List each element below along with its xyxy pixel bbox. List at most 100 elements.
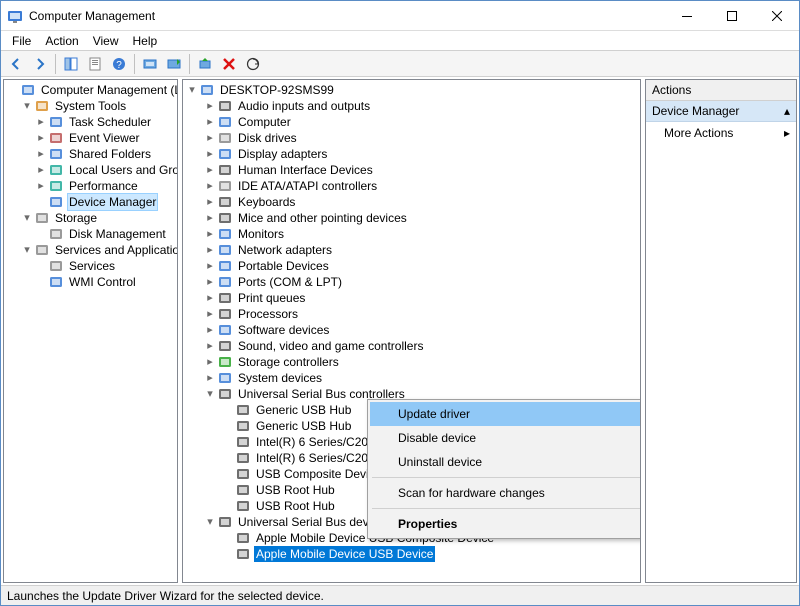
expand-icon[interactable]: ▸ — [203, 243, 217, 257]
device-category[interactable]: ▸Sound, video and game controllers — [183, 338, 640, 354]
console-tree-item[interactable]: ▸Local Users and Groups — [4, 162, 177, 178]
device-category-label: Audio inputs and outputs — [236, 98, 372, 114]
expand-icon[interactable] — [34, 195, 48, 209]
expand-icon[interactable]: ▸ — [203, 179, 217, 193]
device-category[interactable]: ▸Disk drives — [183, 130, 640, 146]
expand-icon[interactable]: ▸ — [203, 307, 217, 321]
expand-icon[interactable]: ▾ — [20, 99, 34, 113]
expand-icon[interactable]: ▸ — [203, 115, 217, 129]
device-root[interactable]: ▾DESKTOP-92SMS99 — [183, 82, 640, 98]
expand-icon[interactable]: ▸ — [203, 339, 217, 353]
device-category[interactable]: ▸Storage controllers — [183, 354, 640, 370]
context-menu-item[interactable]: Uninstall device — [370, 450, 641, 474]
context-menu-item[interactable]: Properties — [370, 512, 641, 536]
menu-action[interactable]: Action — [38, 32, 85, 50]
expand-icon[interactable]: ▾ — [203, 515, 217, 529]
expand-icon[interactable] — [6, 83, 20, 97]
expand-icon[interactable]: ▸ — [203, 211, 217, 225]
expand-icon[interactable]: ▸ — [203, 99, 217, 113]
device-category[interactable]: ▸Print queues — [183, 290, 640, 306]
display-icon — [217, 146, 233, 162]
expand-icon[interactable] — [34, 259, 48, 273]
expand-icon[interactable]: ▸ — [34, 179, 48, 193]
console-tree-item[interactable]: ▸Performance — [4, 178, 177, 194]
expand-icon[interactable]: ▸ — [203, 147, 217, 161]
device-item-label: Generic USB Hub — [254, 402, 353, 418]
expand-icon[interactable]: ▸ — [203, 195, 217, 209]
console-tree-item[interactable]: WMI Control — [4, 274, 177, 290]
scan-hardware-button[interactable] — [139, 53, 161, 75]
expand-icon[interactable]: ▸ — [34, 115, 48, 129]
expand-icon[interactable]: ▸ — [203, 131, 217, 145]
device-category[interactable]: ▸Computer — [183, 114, 640, 130]
expand-icon[interactable]: ▸ — [34, 131, 48, 145]
app-icon — [7, 8, 23, 24]
console-tree-item[interactable]: ▾System Tools — [4, 98, 177, 114]
device-category[interactable]: ▸Software devices — [183, 322, 640, 338]
forward-button[interactable] — [29, 53, 51, 75]
context-menu-item[interactable]: Scan for hardware changes — [370, 481, 641, 505]
properties-button[interactable] — [84, 53, 106, 75]
minimize-button[interactable] — [664, 1, 709, 30]
show-hide-tree-button[interactable] — [60, 53, 82, 75]
maximize-button[interactable] — [709, 1, 754, 30]
close-button[interactable] — [754, 1, 799, 30]
device-category[interactable]: ▸IDE ATA/ATAPI controllers — [183, 178, 640, 194]
expand-icon[interactable]: ▸ — [203, 323, 217, 337]
enable-device-button[interactable] — [194, 53, 216, 75]
console-tree-item[interactable]: Disk Management — [4, 226, 177, 242]
hid-icon — [217, 162, 233, 178]
expand-icon[interactable]: ▸ — [203, 227, 217, 241]
back-button[interactable] — [5, 53, 27, 75]
expand-icon[interactable] — [34, 275, 48, 289]
device-item[interactable]: Apple Mobile Device USB Device — [183, 546, 640, 562]
context-menu-item[interactable]: Disable device — [370, 426, 641, 450]
console-tree-item[interactable]: ▾ Services and Applications — [4, 242, 177, 258]
device-category[interactable]: ▸Keyboards — [183, 194, 640, 210]
expand-icon[interactable]: ▾ — [20, 211, 34, 225]
share-icon — [48, 146, 64, 162]
console-tree-item[interactable]: ▸Task Scheduler — [4, 114, 177, 130]
console-tree-item[interactable]: Services — [4, 258, 177, 274]
console-tree-item[interactable]: Device Manager — [4, 194, 177, 210]
more-actions-item[interactable]: More Actions ▸ — [646, 122, 796, 144]
actions-section[interactable]: Device Manager ▴ — [646, 101, 796, 122]
expand-icon[interactable]: ▸ — [203, 163, 217, 177]
uninstall-device-button[interactable] — [218, 53, 240, 75]
device-category[interactable]: ▸Display adapters — [183, 146, 640, 162]
console-tree-item[interactable]: ▸Event Viewer — [4, 130, 177, 146]
device-category[interactable]: ▸Portable Devices — [183, 258, 640, 274]
device-category[interactable]: ▸Ports (COM & LPT) — [183, 274, 640, 290]
console-tree-item[interactable]: ▸Shared Folders — [4, 146, 177, 162]
menu-help[interactable]: Help — [126, 32, 165, 50]
device-tree-pane[interactable]: ▾DESKTOP-92SMS99▸Audio inputs and output… — [182, 79, 641, 583]
help-button[interactable]: ? — [108, 53, 130, 75]
expand-icon[interactable]: ▾ — [185, 83, 199, 97]
scan-changes-button[interactable] — [242, 53, 264, 75]
menu-file[interactable]: File — [5, 32, 38, 50]
device-category[interactable]: ▸ Audio inputs and outputs — [183, 98, 640, 114]
expand-icon[interactable]: ▸ — [203, 259, 217, 273]
context-menu-item[interactable]: Update driver — [370, 402, 641, 426]
console-tree-item[interactable]: ▾Storage — [4, 210, 177, 226]
expand-icon[interactable]: ▸ — [203, 291, 217, 305]
device-category[interactable]: ▸Processors — [183, 306, 640, 322]
expand-icon[interactable] — [34, 227, 48, 241]
update-driver-tool-button[interactable] — [163, 53, 185, 75]
console-tree-pane[interactable]: Computer Management (Local)▾System Tools… — [3, 79, 178, 583]
expand-icon[interactable]: ▾ — [20, 243, 34, 257]
expand-icon[interactable]: ▸ — [203, 355, 217, 369]
expand-icon[interactable]: ▸ — [34, 163, 48, 177]
tree-item-label: Services and Applications — [53, 242, 178, 258]
device-category[interactable]: ▸Mice and other pointing devices — [183, 210, 640, 226]
device-category[interactable]: ▸System devices — [183, 370, 640, 386]
device-category[interactable]: ▸Human Interface Devices — [183, 162, 640, 178]
expand-icon[interactable]: ▾ — [203, 387, 217, 401]
expand-icon[interactable]: ▸ — [34, 147, 48, 161]
expand-icon[interactable]: ▸ — [203, 275, 217, 289]
console-tree-item[interactable]: Computer Management (Local) — [4, 82, 177, 98]
device-category[interactable]: ▸Monitors — [183, 226, 640, 242]
menu-view[interactable]: View — [86, 32, 126, 50]
expand-icon[interactable]: ▸ — [203, 371, 217, 385]
device-category[interactable]: ▸Network adapters — [183, 242, 640, 258]
